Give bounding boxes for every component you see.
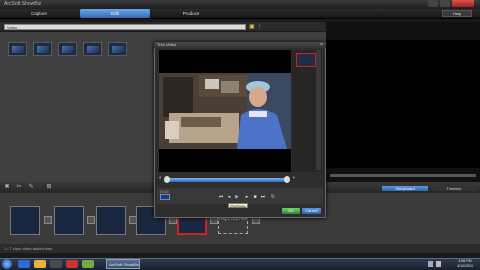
library-item[interactable] bbox=[33, 42, 52, 56]
split-icon[interactable]: ✂ bbox=[16, 184, 22, 190]
dialog-title-bar: Trim Video bbox=[154, 42, 326, 48]
library-item[interactable] bbox=[58, 42, 77, 56]
network-icon[interactable] bbox=[428, 261, 433, 267]
preview-scrubber[interactable] bbox=[330, 174, 476, 177]
explorer-icon[interactable] bbox=[34, 260, 46, 268]
library-item[interactable] bbox=[8, 42, 27, 56]
help-button[interactable]: Help bbox=[442, 10, 472, 17]
up-folder-icon[interactable]: ↑ bbox=[258, 24, 264, 30]
library-path-field[interactable]: Video bbox=[4, 24, 246, 30]
storyboard-status-text: 1 / 7 clips video added time bbox=[4, 246, 53, 251]
tab-edit[interactable]: Edit bbox=[80, 9, 150, 18]
tab-capture[interactable]: Capture bbox=[4, 9, 74, 18]
volume-icon[interactable] bbox=[436, 261, 441, 267]
title-bar: ArcSoft ShowBiz bbox=[0, 0, 480, 9]
storyboard-label: Storyboard bbox=[395, 186, 415, 191]
storyboard-clip[interactable] bbox=[54, 206, 84, 235]
folder-icon[interactable]: ▣ bbox=[249, 24, 255, 30]
close-button[interactable] bbox=[452, 0, 474, 7]
delete-icon[interactable]: ✖ bbox=[4, 184, 10, 190]
play-icon[interactable]: ▶ bbox=[234, 194, 240, 200]
media-player-icon[interactable] bbox=[50, 260, 62, 268]
mark-out-icon[interactable]: ◑ bbox=[292, 175, 298, 181]
go-to-end-icon[interactable]: ⏭ bbox=[260, 194, 266, 200]
video-image bbox=[159, 73, 291, 149]
taskbar-app-showbiz[interactable]: ArcSoft ShowBiz bbox=[106, 259, 140, 269]
step-back-icon[interactable]: ◂ bbox=[226, 194, 232, 200]
app-icon[interactable] bbox=[66, 260, 78, 268]
stop-icon[interactable]: ■ bbox=[252, 194, 258, 200]
library-item[interactable] bbox=[83, 42, 102, 56]
clip-list-scrollbar[interactable] bbox=[316, 50, 321, 170]
edit-icon[interactable]: ✎ bbox=[28, 184, 34, 190]
transition-slot[interactable] bbox=[44, 216, 52, 224]
storyboard-clip[interactable] bbox=[10, 206, 40, 235]
start-button[interactable] bbox=[2, 259, 12, 269]
taskbar-clock[interactable]: 4:06 PM 4/10/2010 bbox=[452, 259, 478, 268]
storyboard-toggle[interactable]: Storyboard bbox=[382, 186, 428, 191]
clock-date: 4/10/2010 bbox=[457, 263, 473, 268]
trim-start-handle[interactable] bbox=[164, 176, 170, 183]
loop-icon[interactable]: ↻ bbox=[270, 194, 276, 200]
storyboard-clip[interactable] bbox=[96, 206, 126, 235]
preview-screen bbox=[326, 40, 480, 168]
ok-button[interactable]: OK bbox=[282, 208, 300, 214]
go-to-start-icon[interactable]: ⏮ bbox=[218, 194, 224, 200]
trim-range-bar[interactable] bbox=[167, 178, 289, 182]
trim-end-handle[interactable] bbox=[284, 176, 290, 183]
tooltip: Play/Pause bbox=[228, 203, 248, 208]
ie-icon[interactable] bbox=[18, 260, 30, 268]
window-title: ArcSoft ShowBiz bbox=[4, 1, 42, 7]
selected-clip-thumbnail[interactable] bbox=[296, 53, 316, 67]
maximize-button[interactable] bbox=[440, 0, 450, 7]
step-forward-icon[interactable]: ▸ bbox=[244, 194, 250, 200]
tab-produce[interactable]: Produce bbox=[156, 9, 226, 18]
storyboard-status: 1 / 7 clips video added time bbox=[0, 244, 480, 253]
clip-preview-icon[interactable] bbox=[160, 194, 170, 200]
cancel-button[interactable]: Cancel bbox=[302, 208, 321, 214]
playback-controls bbox=[157, 188, 323, 204]
app-icon[interactable] bbox=[82, 260, 94, 268]
timeline-toggle[interactable]: Timeline bbox=[432, 186, 476, 191]
minimize-button[interactable] bbox=[428, 0, 438, 7]
transition-slot[interactable] bbox=[87, 216, 95, 224]
dialog-title: Trim Video bbox=[157, 42, 177, 47]
trim-icon[interactable]: ⊞ bbox=[46, 184, 52, 190]
dialog-close-icon[interactable]: × bbox=[318, 42, 325, 48]
library-item[interactable] bbox=[108, 42, 127, 56]
